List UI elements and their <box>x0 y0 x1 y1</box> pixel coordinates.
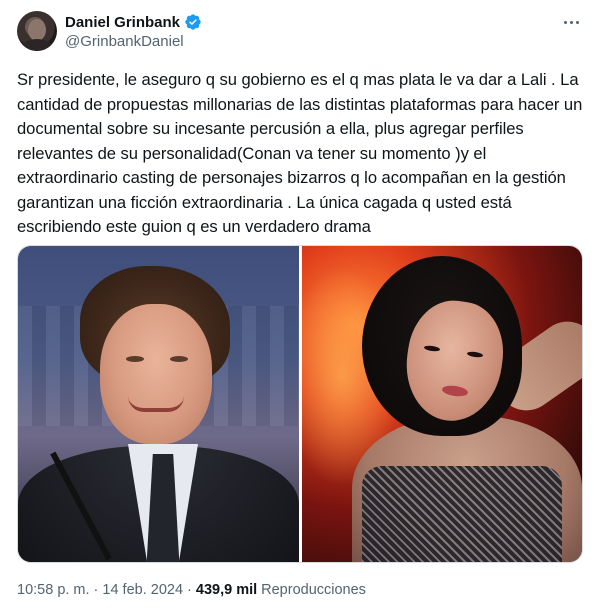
views-label: Reproducciones <box>261 582 366 598</box>
tweet-time[interactable]: 10:58 p. m. <box>17 582 90 598</box>
more-options-icon[interactable] <box>563 13 581 31</box>
meta-separator: · <box>187 582 192 598</box>
media-photo-left[interactable] <box>18 246 299 562</box>
author-display-name[interactable]: Daniel Grinbank <box>65 14 180 31</box>
name-row: Daniel Grinbank <box>65 12 202 32</box>
tweet-card: Daniel Grinbank @GrinbankDaniel Sr presi… <box>0 0 599 611</box>
tweet-header: Daniel Grinbank @GrinbankDaniel <box>17 11 585 53</box>
media-photo-right[interactable] <box>302 246 582 562</box>
avatar[interactable] <box>17 11 57 51</box>
tweet-media[interactable] <box>17 245 583 563</box>
author-block: Daniel Grinbank @GrinbankDaniel <box>65 12 202 50</box>
views-count: 439,9 mil <box>195 582 258 598</box>
tweet-meta: 10:58 p. m. · 14 feb. 2024 · 439,9 mil R… <box>17 582 366 598</box>
author-handle[interactable]: @GrinbankDaniel <box>65 33 202 50</box>
tweet-text: Sr presidente, le aseguro q su gobierno … <box>17 70 583 236</box>
tweet-date[interactable]: 14 feb. 2024 <box>102 582 183 598</box>
meta-separator: · <box>93 582 99 598</box>
verified-badge-icon[interactable] <box>184 13 202 31</box>
